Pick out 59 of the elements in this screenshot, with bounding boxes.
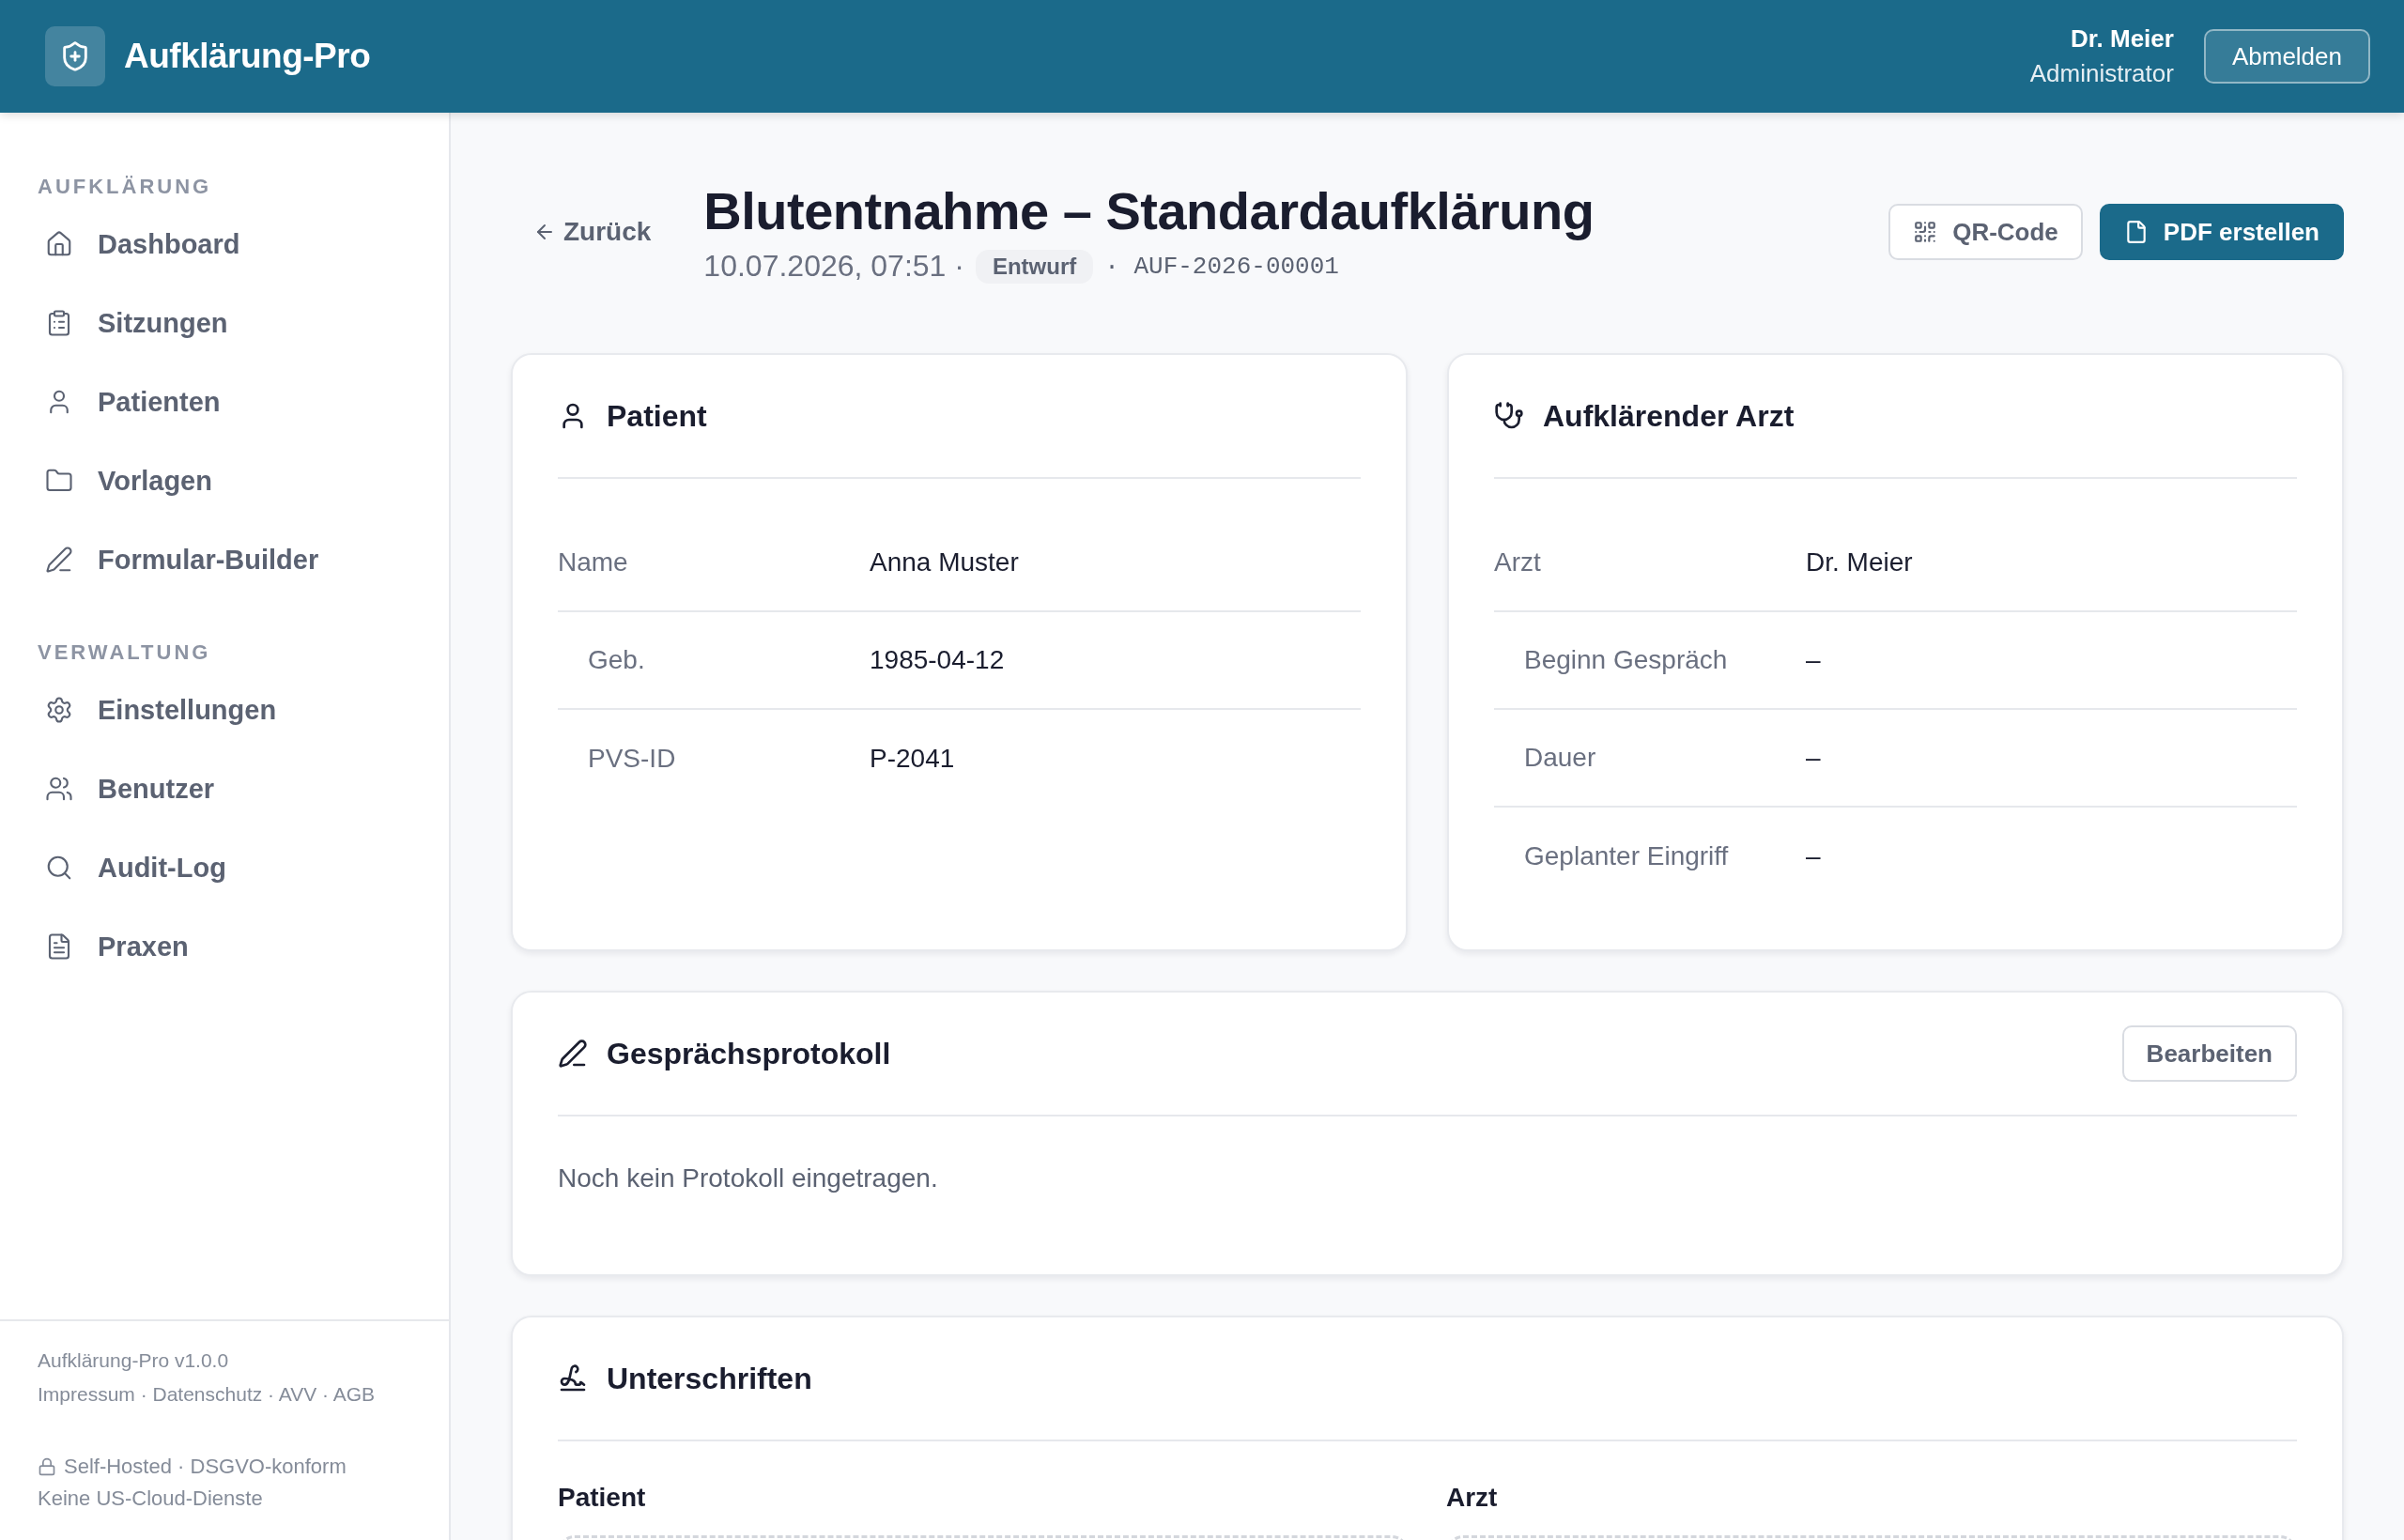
field-label: Beginn Gespräch [1523,645,1728,675]
field-value: P-2041 [870,744,955,774]
field-label: Arzt [1494,547,1541,578]
field-value: Dr. Meier [1806,547,1913,578]
stethoscope-icon [1494,401,1524,431]
pdf-button[interactable]: PDF erstellen [2099,204,2344,260]
qr-code-icon [1913,220,1938,244]
shield-plus-icon [45,26,105,86]
house-icon [45,230,73,258]
card-title: Patient [607,398,707,434]
hosting-note: Self-Hosted · DSGVO-konform [64,1454,347,1480]
nav-item[interactable]: Audit-Log [38,828,421,907]
section-heading: VERWALTUNG [38,640,212,665]
nav-item[interactable]: Einstellungen [38,670,421,749]
app-name: Aufklärung-Pro [124,37,371,76]
card-title: Unterschriften [607,1361,812,1396]
nav-item[interactable]: Vorlagen [38,441,421,520]
nav-item[interactable]: Sitzungen [38,284,421,362]
signature-label: Arzt [1446,1483,1499,1513]
nav-item[interactable]: Formular-Builder [38,520,421,599]
pen-icon [45,546,73,574]
pen-icon [558,1039,588,1069]
user-role: Administrator [2029,59,2174,88]
legal-links[interactable]: Impressum · Datenschutz · AVV · AGB [38,1378,411,1411]
nav-item[interactable]: Patienten [38,362,421,441]
hosting-note: Keine US-Cloud-Dienste [38,1486,263,1512]
field-value: Anna Muster [870,547,1019,578]
nav-item[interactable]: Praxen [38,907,421,986]
field-label: PVS-ID [587,744,676,774]
date-text: 10.07.2026, 07:51 · [703,249,964,284]
version-text: Aufklärung-Pro v1.0.0 [38,1348,230,1373]
qr-code-button[interactable]: QR-Code [1888,204,2083,260]
back-link[interactable]: Zurück [533,217,652,247]
card-title: Aufklärender Arzt [1543,398,1795,434]
edit-button[interactable]: Bearbeiten [2121,1025,2297,1082]
signature-icon [558,1363,588,1394]
record-id: · AUF-2026-00001 [1104,252,1339,281]
section-heading: AUFKLÄRUNG [38,175,213,199]
field-value: – [1806,645,1821,675]
card-title: Gesprächsprotokoll [607,1036,891,1071]
field-value: – [1806,841,1821,871]
field-label: Geplanter Eingriff [1523,841,1729,871]
page-title: Blutentnahme – Standardaufklärung [703,180,1595,241]
field-label: Geb. [587,645,645,675]
settings-icon [45,696,73,724]
lock-icon [38,1457,56,1476]
search-icon [45,854,73,882]
status-badge: Entwurf [975,249,1094,284]
signature-label: Patient [558,1483,647,1513]
field-label: Name [558,547,628,578]
nav-item[interactable]: Dashboard [38,205,421,284]
empty-message: Noch kein Protokoll eingetragen. [558,1163,939,1194]
field-value: 1985-04-12 [870,645,1005,675]
nav-item[interactable]: Benutzer [38,749,421,828]
field-label: Dauer [1523,743,1596,773]
people-icon [45,775,73,803]
logout-button[interactable]: Abmelden [2203,29,2370,84]
field-value: – [1806,743,1821,773]
user-name: Dr. Meier [2071,24,2174,54]
